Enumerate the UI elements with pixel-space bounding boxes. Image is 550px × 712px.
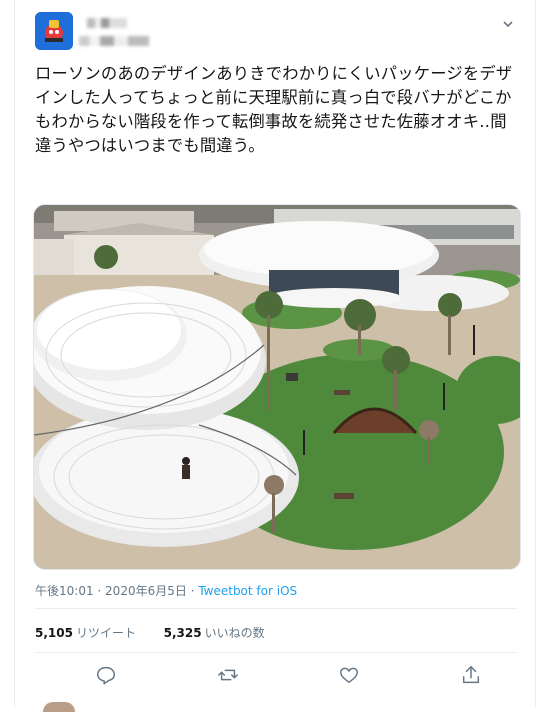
like-icon[interactable] bbox=[338, 664, 362, 688]
display-name-blurred[interactable] bbox=[87, 18, 127, 28]
likes-stat[interactable]: 5,325 いいねの数 bbox=[164, 626, 265, 640]
retweet-icon[interactable] bbox=[217, 664, 241, 688]
divider bbox=[35, 608, 517, 609]
reply-icon[interactable] bbox=[95, 664, 119, 688]
tweet-date[interactable]: 2020年6月5日 bbox=[105, 584, 187, 598]
tweet-stats: 5,105 リツイート 5,325 いいねの数 bbox=[35, 624, 265, 641]
reply-avatar-partial bbox=[43, 702, 75, 712]
divider bbox=[35, 652, 517, 653]
tweet-photo[interactable] bbox=[33, 204, 521, 570]
tweet-text: ローソンのあのデザインありきでわかりにくいパッケージをデザインした人ってちょっと… bbox=[35, 64, 513, 155]
retweets-count: 5,105 bbox=[35, 626, 73, 640]
tweet-source-link[interactable]: Tweetbot for iOS bbox=[198, 584, 297, 598]
tweet-time[interactable]: 午後10:01 bbox=[35, 584, 94, 598]
retweets-stat[interactable]: 5,105 リツイート bbox=[35, 626, 136, 640]
tweet-meta: 午後10:01 · 2020年6月5日 · Tweetbot for iOS bbox=[35, 582, 297, 599]
likes-label: いいねの数 bbox=[204, 626, 265, 640]
handle-blurred[interactable] bbox=[79, 36, 149, 46]
chevron-down-icon[interactable] bbox=[501, 16, 515, 30]
meta-separator: · bbox=[93, 584, 106, 598]
tweet-card: ローソンのあのデザインありきでわかりにくいパッケージをデザインした人ってちょっと… bbox=[14, 0, 536, 712]
meta-separator: · bbox=[186, 584, 199, 598]
avatar[interactable] bbox=[35, 12, 73, 50]
likes-count: 5,325 bbox=[163, 626, 202, 640]
photo-white-stairs-plaza bbox=[34, 205, 520, 569]
retweets-label: リツイート bbox=[75, 626, 136, 640]
tweet-header bbox=[35, 12, 515, 52]
tweet-actions bbox=[35, 664, 517, 688]
share-icon[interactable] bbox=[460, 664, 484, 688]
